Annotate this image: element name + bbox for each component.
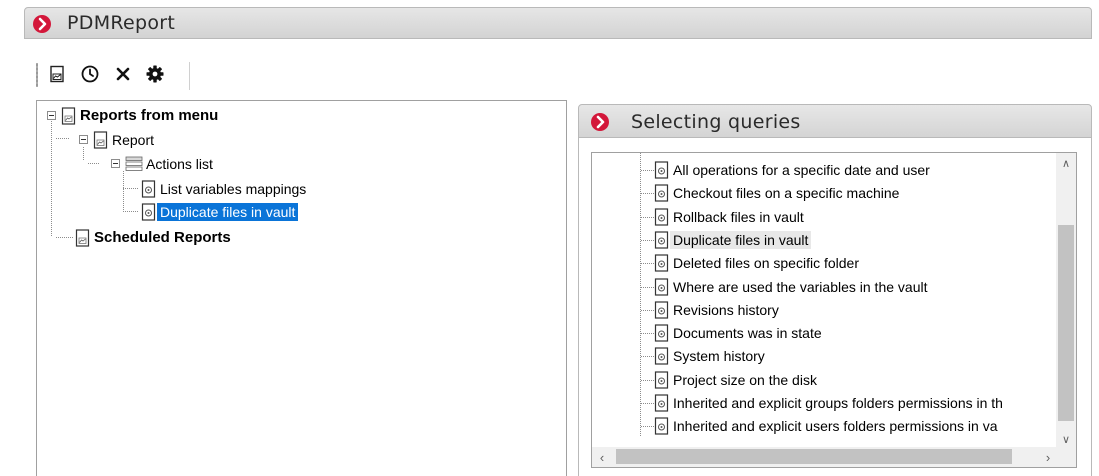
- query-list-item[interactable]: Checkout files on a specific machine: [654, 182, 902, 204]
- query-label: System history: [673, 348, 765, 365]
- scroll-right-icon[interactable]: ›: [1038, 447, 1058, 467]
- query-label: Revisions history: [673, 301, 779, 318]
- query-label: Where are used the variables in the vaul…: [673, 278, 928, 295]
- tree-item-report[interactable]: Report: [93, 129, 157, 150]
- tree-item-scheduled-reports[interactable]: Scheduled Reports: [75, 227, 234, 248]
- new-report-button[interactable]: [46, 63, 68, 85]
- query-list-item[interactable]: Inherited and explicit users folders per…: [654, 415, 1001, 437]
- clock-icon: [81, 65, 99, 83]
- tree-connector: [123, 211, 139, 212]
- query-icon: [654, 277, 669, 296]
- tree-item-label: List variables mappings: [160, 180, 307, 197]
- query-list-item[interactable]: Project size on the disk: [654, 369, 820, 391]
- query-list-item[interactable]: Where are used the variables in the vaul…: [654, 276, 930, 298]
- tree-item-duplicate-files-in-vault[interactable]: Duplicate files in vault: [141, 201, 299, 222]
- collapse-toggle[interactable]: [79, 135, 88, 144]
- query-icon: [654, 184, 669, 202]
- schedule-button[interactable]: [79, 63, 101, 85]
- horizontal-scrollbar[interactable]: ‹ ›: [592, 447, 1076, 467]
- report-icon: [75, 228, 90, 247]
- scroll-thumb[interactable]: [616, 449, 1012, 464]
- scroll-thumb[interactable]: [1058, 225, 1074, 421]
- scroll-left-icon[interactable]: ‹: [592, 447, 612, 467]
- app-logo-icon: [33, 15, 51, 33]
- tree-connector: [88, 163, 100, 164]
- report-icon: [50, 65, 64, 83]
- toolbar: [24, 58, 224, 92]
- selecting-queries-panel: Selecting queries All operations for a s…: [578, 104, 1092, 476]
- tree-item-label: Actions list: [146, 155, 213, 172]
- collapse-toggle[interactable]: [47, 111, 56, 120]
- tree-item-actions-list[interactable]: Actions list: [125, 153, 216, 174]
- query-icon: [654, 207, 669, 226]
- tree-item-label: Reports from menu: [80, 107, 219, 124]
- tree-connector: [56, 138, 70, 139]
- tree-connector: [83, 147, 84, 161]
- query-icon: [654, 347, 669, 365]
- query-label: Project size on the disk: [673, 371, 817, 388]
- query-label: Duplicate files in vault: [670, 230, 812, 249]
- query-icon: [654, 417, 669, 435]
- window-title: PDMReport: [67, 12, 176, 34]
- query-label: Inherited and explicit groups folders pe…: [673, 395, 1003, 411]
- query-icon: [654, 394, 669, 412]
- collapse-toggle[interactable]: [111, 159, 120, 168]
- panel-title: Selecting queries: [631, 111, 801, 133]
- query-label: Checkout files on a specific machine: [673, 185, 900, 202]
- query-label: Rollback files in vault: [673, 208, 804, 225]
- panel-header: Selecting queries: [578, 104, 1092, 138]
- app-logo-icon: [591, 113, 609, 131]
- query-list-item[interactable]: Deleted files on specific folder: [654, 252, 862, 274]
- query-icon: [654, 324, 669, 342]
- query-label: Documents was in state: [673, 325, 822, 342]
- query-list-item[interactable]: Duplicate files in vault: [654, 229, 812, 251]
- query-icon: [654, 371, 669, 389]
- query-icon: [654, 231, 669, 249]
- query-icon: [141, 202, 156, 221]
- delete-button[interactable]: [112, 63, 134, 85]
- reports-tree: Reports from menu Report Actions list Li…: [36, 100, 567, 476]
- gear-icon: [146, 65, 164, 83]
- query-icon: [654, 254, 669, 272]
- tree-connector: [123, 188, 139, 189]
- query-list-item[interactable]: Rollback files in vault: [654, 206, 807, 228]
- report-icon: [61, 106, 76, 125]
- settings-button[interactable]: [144, 63, 166, 85]
- scroll-up-icon[interactable]: ∧: [1056, 153, 1076, 173]
- query-label: Deleted files on specific folder: [673, 255, 859, 272]
- tree-item-list-variables-mappings[interactable]: List variables mappings: [141, 178, 309, 199]
- tree-connector: [51, 121, 52, 237]
- tree-item-reports-from-menu[interactable]: Reports from menu: [61, 105, 221, 126]
- query-list-item[interactable]: Inherited and explicit groups folders pe…: [654, 392, 1006, 414]
- report-icon: [93, 130, 108, 149]
- tree-connector: [123, 171, 124, 211]
- query-icon: [141, 179, 156, 198]
- window-titlebar: PDMReport: [24, 7, 1092, 39]
- toolbar-separator: [189, 62, 190, 90]
- tree-item-label: Report: [112, 131, 155, 148]
- query-icon: [654, 301, 669, 319]
- tree-item-label: Duplicate files in vault: [157, 202, 299, 221]
- list-icon: [125, 156, 143, 171]
- query-list-item[interactable]: System history: [654, 345, 768, 367]
- vertical-scrollbar[interactable]: ∧ ∨: [1056, 153, 1076, 449]
- queries-list: All operations for a specific date and u…: [591, 152, 1077, 468]
- query-list-item[interactable]: All operations for a specific date and u…: [654, 159, 933, 181]
- query-label: All operations for a specific date and u…: [673, 162, 930, 178]
- pdm-report-window: PDMReport Reports from menu Report Actio…: [0, 0, 1099, 476]
- query-icon: [654, 161, 669, 179]
- toolbar-grip[interactable]: [36, 63, 38, 87]
- tree-connector: [56, 237, 74, 238]
- query-label: Inherited and explicit users folders per…: [673, 418, 998, 435]
- query-list-item[interactable]: Documents was in state: [654, 322, 825, 344]
- close-icon: [116, 67, 130, 81]
- scroll-down-icon[interactable]: ∨: [1056, 429, 1076, 449]
- tree-connector: [640, 153, 641, 437]
- tree-item-label: Scheduled Reports: [94, 229, 231, 246]
- query-list-item[interactable]: Revisions history: [654, 299, 782, 321]
